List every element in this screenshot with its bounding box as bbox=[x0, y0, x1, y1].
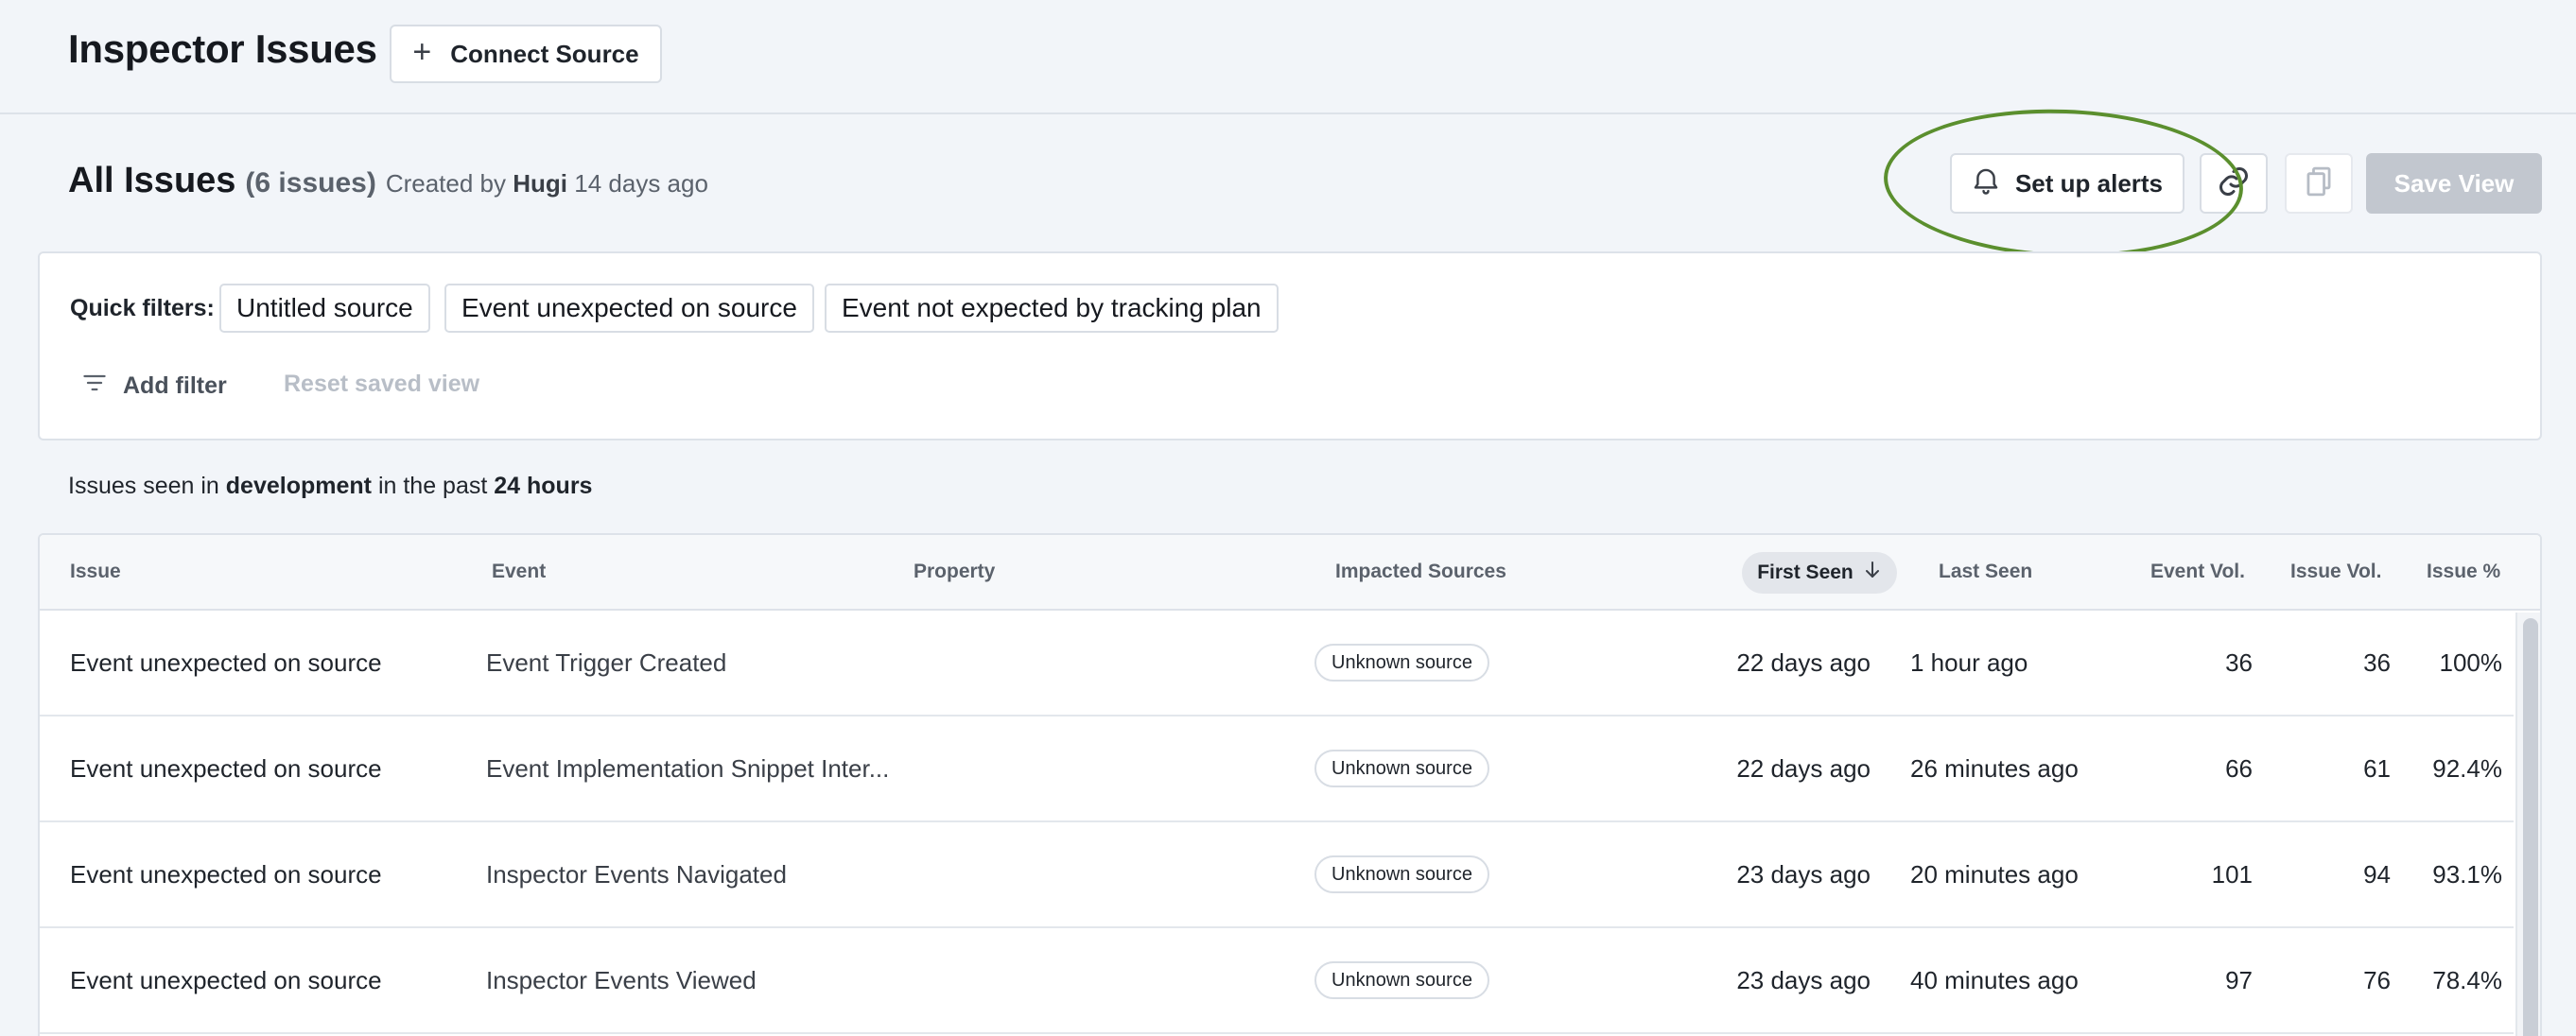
table-row[interactable]: Event unexpected on source Inspector Eve… bbox=[40, 928, 2514, 1034]
view-title: All Issues (6 issues) Created by Hugi 14… bbox=[68, 161, 708, 201]
issue-type: Event unexpected on source bbox=[70, 648, 382, 677]
created-by: Created by Hugi 14 days ago bbox=[385, 169, 708, 198]
event-name: Inspector Events Navigated bbox=[486, 859, 787, 889]
first-seen: 23 days ago bbox=[1736, 965, 1871, 994]
plus-icon: + bbox=[412, 34, 432, 70]
creator-name: Hugi bbox=[513, 169, 568, 198]
event-name: Inspector Events Viewed bbox=[486, 965, 757, 994]
issue-type: Event unexpected on source bbox=[70, 753, 382, 783]
scrollbar-thumb[interactable] bbox=[2523, 618, 2538, 1036]
column-header-event-vol[interactable]: Event Vol. bbox=[2150, 535, 2245, 609]
issues-summary: Issues seen in development in the past 2… bbox=[68, 473, 593, 499]
event-volume: 101 bbox=[2211, 859, 2253, 889]
copy-link-button[interactable] bbox=[2200, 153, 2268, 214]
set-up-alerts-button[interactable]: Set up alerts bbox=[1950, 153, 2184, 214]
set-up-alerts-label: Set up alerts bbox=[2014, 168, 2164, 198]
source-badge: Unknown source bbox=[1314, 644, 1489, 682]
source-badge: Unknown source bbox=[1314, 961, 1489, 999]
source-badge: Unknown source bbox=[1314, 750, 1489, 787]
issue-volume: 61 bbox=[2363, 753, 2391, 783]
column-header-impacted-sources[interactable]: Impacted Sources bbox=[1335, 535, 1506, 609]
issue-percent: 93.1% bbox=[2432, 859, 2502, 889]
bell-icon bbox=[1972, 165, 2000, 202]
event-name: Event Implementation Snippet Inter... bbox=[486, 753, 890, 783]
last-seen: 26 minutes ago bbox=[1910, 753, 2079, 783]
link-icon bbox=[2217, 164, 2251, 203]
first-seen: 22 days ago bbox=[1736, 648, 1871, 677]
created-ago: 14 days ago bbox=[574, 169, 708, 198]
copy-icon bbox=[2303, 164, 2335, 203]
save-view-button[interactable]: Save View bbox=[2366, 153, 2542, 214]
connect-source-button[interactable]: + Connect Source bbox=[390, 25, 662, 83]
event-name: Event Trigger Created bbox=[486, 648, 727, 677]
issue-volume: 36 bbox=[2363, 648, 2391, 677]
issue-count: (6 issues) bbox=[245, 167, 376, 199]
column-header-issue-vol[interactable]: Issue Vol. bbox=[2290, 535, 2381, 609]
event-volume: 97 bbox=[2225, 965, 2253, 994]
quick-filter-event-unexpected[interactable]: Event unexpected on source bbox=[444, 284, 814, 333]
column-header-issue[interactable]: Issue bbox=[70, 535, 121, 609]
column-header-event[interactable]: Event bbox=[492, 535, 546, 609]
column-header-property[interactable]: Property bbox=[914, 535, 995, 609]
filters-panel: Quick filters: Untitled source Event une… bbox=[38, 251, 2542, 440]
quick-filters-label: Quick filters: bbox=[70, 295, 215, 321]
environment-name: development bbox=[225, 473, 372, 499]
last-seen: 1 hour ago bbox=[1910, 648, 2028, 677]
arrow-down-icon bbox=[1863, 560, 1882, 586]
first-seen: 22 days ago bbox=[1736, 753, 1871, 783]
issue-percent: 78.4% bbox=[2432, 965, 2502, 994]
last-seen: 20 minutes ago bbox=[1910, 859, 2079, 889]
issue-volume: 76 bbox=[2363, 965, 2391, 994]
filter-icon bbox=[81, 370, 108, 403]
duplicate-view-button[interactable] bbox=[2285, 153, 2353, 214]
issue-volume: 94 bbox=[2363, 859, 2391, 889]
add-filter-label: Add filter bbox=[123, 371, 227, 399]
column-header-first-seen[interactable]: First Seen bbox=[1742, 552, 1897, 594]
table-row[interactable]: Event unexpected on source Inspector Eve… bbox=[40, 822, 2514, 928]
quick-filter-event-not-expected[interactable]: Event not expected by tracking plan bbox=[825, 284, 1279, 333]
column-header-issue-pct[interactable]: Issue % bbox=[2427, 535, 2500, 609]
event-volume: 66 bbox=[2225, 753, 2253, 783]
time-period: 24 hours bbox=[494, 473, 593, 499]
issue-type: Event unexpected on source bbox=[70, 965, 382, 994]
last-seen: 40 minutes ago bbox=[1910, 965, 2079, 994]
issue-percent: 92.4% bbox=[2432, 753, 2502, 783]
table-scrollbar[interactable] bbox=[2515, 613, 2540, 1036]
issue-percent: 100% bbox=[2439, 648, 2503, 677]
table-header: Issue Event Property Impacted Sources Fi… bbox=[40, 535, 2540, 611]
event-volume: 36 bbox=[2225, 648, 2253, 677]
column-header-last-seen[interactable]: Last Seen bbox=[1939, 535, 2032, 609]
first-seen: 23 days ago bbox=[1736, 859, 1871, 889]
view-name: All Issues bbox=[68, 161, 236, 200]
quick-filter-untitled-source[interactable]: Untitled source bbox=[219, 284, 430, 333]
add-filter-button[interactable]: Add filter bbox=[81, 365, 227, 406]
issues-table: Issue Event Property Impacted Sources Fi… bbox=[38, 533, 2542, 1036]
source-badge: Unknown source bbox=[1314, 855, 1489, 893]
issue-type: Event unexpected on source bbox=[70, 859, 382, 889]
table-row[interactable]: Event unexpected on source Event Trigger… bbox=[40, 611, 2514, 717]
page-title: Inspector Issues bbox=[68, 26, 377, 71]
connect-source-label: Connect Source bbox=[450, 39, 639, 68]
reset-saved-view-button[interactable]: Reset saved view bbox=[284, 371, 479, 398]
table-row[interactable]: Event unexpected on source Event Impleme… bbox=[40, 717, 2514, 822]
top-bar: Inspector Issues + Connect Source bbox=[0, 0, 2576, 114]
